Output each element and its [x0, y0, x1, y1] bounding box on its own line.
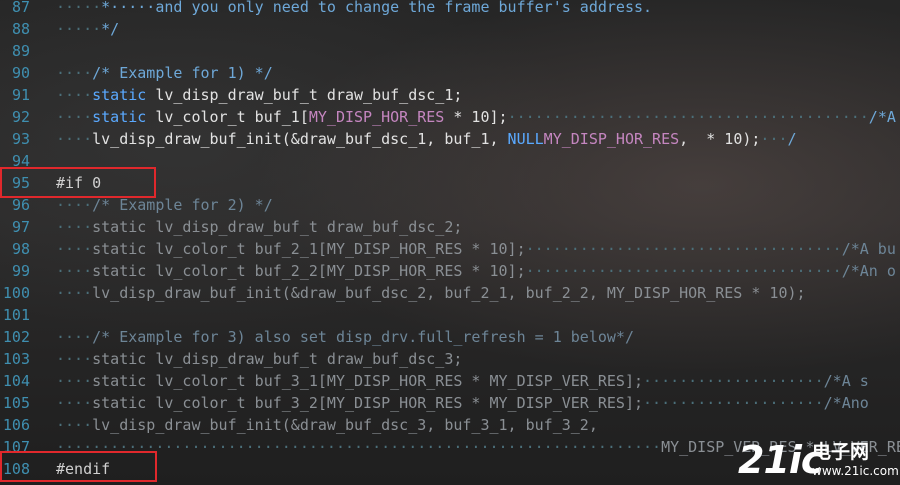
indent-whitespace: ···· — [56, 86, 93, 104]
macro-token: MY_DISP_HOR_RES — [543, 130, 680, 148]
inactive-code: static lv_color_t buf_3_2[MY_DISP_HOR_RE… — [92, 394, 644, 412]
indent-whitespace: ···· — [56, 130, 93, 148]
indent-whitespace: ···· — [56, 328, 93, 346]
inactive-code: static lv_color_t buf_2_1[MY_DISP_HOR_RE… — [92, 240, 526, 258]
comment-text: /*A s — [823, 372, 869, 390]
code-line[interactable]: ····lv_disp_draw_buf_init(&draw_buf_dsc_… — [56, 128, 900, 150]
code-line[interactable] — [56, 150, 900, 172]
null-token: NULL — [507, 130, 544, 148]
whitespace-dots: ········································ — [507, 108, 869, 126]
inactive-code: static lv_disp_draw_buf_t draw_buf_dsc_2… — [92, 218, 463, 236]
code-line[interactable]: ····static lv_color_t buf_1[MY_DISP_HOR_… — [56, 106, 900, 128]
code-text: * 10]; — [444, 108, 508, 126]
inactive-code: lv_disp_draw_buf_init(&draw_buf_dsc_2, b… — [92, 284, 806, 302]
watermark-name: 电子网 — [812, 441, 870, 463]
code-text: lv_disp_draw_buf_t draw_buf_dsc_1; — [146, 86, 463, 104]
code-line[interactable]: ····static lv_color_t buf_3_2[MY_DISP_HO… — [56, 392, 900, 414]
indent-whitespace: ····· — [56, 0, 102, 16]
code-line[interactable]: #if 0 — [56, 172, 900, 194]
indent-whitespace: ···· — [56, 284, 93, 302]
comment-text: *·····and you only need to change the fr… — [101, 0, 653, 16]
whitespace-dots: ··· — [760, 130, 788, 148]
whitespace-dots: ···················· — [643, 372, 824, 390]
watermark-logo: 21ic — [738, 438, 823, 482]
indent-whitespace: ···· — [56, 262, 93, 280]
code-line[interactable]: ·····*/ — [56, 18, 900, 40]
comment-text: /*A bu — [841, 240, 896, 258]
code-line[interactable]: ····static lv_disp_draw_buf_t draw_buf_d… — [56, 348, 900, 370]
comment-text: /* Example for 1) */ — [92, 64, 273, 82]
comment-text: / — [787, 130, 797, 148]
code-line[interactable] — [56, 304, 900, 326]
indent-whitespace: ···· — [56, 416, 93, 434]
indent-whitespace: ···· — [56, 372, 93, 390]
comment-text: /*Ano — [823, 394, 869, 412]
highlight-box-if — [0, 167, 156, 198]
whitespace-dots: ···················· — [643, 394, 824, 412]
code-line[interactable]: ····static lv_disp_draw_buf_t draw_buf_d… — [56, 84, 900, 106]
indent-whitespace: ···· — [56, 240, 93, 258]
code-line[interactable]: ····/* Example for 3) also set disp_drv.… — [56, 326, 900, 348]
code-text: , — [679, 130, 698, 148]
code-line[interactable]: ····static lv_color_t buf_3_1[MY_DISP_HO… — [56, 370, 900, 392]
inactive-code: /* Example for 2) */ — [92, 196, 273, 214]
whitespace-dots: ··································· — [525, 262, 842, 280]
code-line[interactable]: ····static lv_disp_draw_buf_t draw_buf_d… — [56, 216, 900, 238]
indent-whitespace: ···· — [56, 64, 93, 82]
code-line[interactable] — [56, 40, 900, 62]
code-line[interactable]: ·····*·····and you only need to change t… — [56, 0, 900, 18]
code-line[interactable]: ····static lv_color_t buf_2_2[MY_DISP_HO… — [56, 260, 900, 282]
keyword-token: static — [92, 86, 147, 104]
inactive-code: static lv_disp_draw_buf_t draw_buf_dsc_3… — [92, 350, 463, 368]
indent-whitespace: ···· — [56, 350, 93, 368]
code-editor[interactable]: 87 88 89 90 91 92 93 94 95 96 97 98 99 100 101 102 103 10… — [0, 0, 900, 485]
code-line[interactable]: ····/* Example for 2) */ — [56, 194, 900, 216]
keyword-token: static — [92, 108, 147, 126]
watermark-url: www.21ic.com — [812, 464, 899, 478]
indent-whitespace: ···· — [56, 218, 93, 236]
code-area[interactable]: ·····*·····and you only need to change t… — [0, 0, 900, 485]
code-line[interactable]: ····lv_disp_draw_buf_init(&draw_buf_dsc_… — [56, 282, 900, 304]
inactive-code: static lv_color_t buf_3_1[MY_DISP_HOR_RE… — [92, 372, 644, 390]
highlight-box-endif — [0, 451, 157, 482]
code-line[interactable]: ····static lv_color_t buf_2_1[MY_DISP_HO… — [56, 238, 900, 260]
indent-whitespace: ···· — [56, 394, 93, 412]
inactive-code: static lv_color_t buf_2_2[MY_DISP_HOR_RE… — [92, 262, 526, 280]
indent-whitespace: ···· — [56, 196, 93, 214]
code-text: lv_disp_draw_buf_init(&draw_buf_dsc_1, b… — [92, 130, 508, 148]
macro-token: MY_DISP_HOR_RES — [308, 108, 445, 126]
indent-whitespace: ····· — [56, 20, 102, 38]
code-text: lv_color_t buf_1[ — [146, 108, 309, 126]
code-text: * 10); — [697, 130, 761, 148]
indent-whitespace: ···· — [56, 108, 93, 126]
code-line[interactable]: ····lv_disp_draw_buf_init(&draw_buf_dsc_… — [56, 414, 900, 436]
watermark: 21ic 电子网 www.21ic.com — [738, 438, 899, 482]
inactive-code: /* Example for 3) also set disp_drv.full… — [92, 328, 634, 346]
comment-text: /*An o — [841, 262, 896, 280]
inactive-code: lv_disp_draw_buf_init(&draw_buf_dsc_3, b… — [92, 416, 598, 434]
comment-text: /*A bu — [868, 108, 896, 126]
whitespace-dots: ··································· — [525, 240, 842, 258]
code-line[interactable]: ····/* Example for 1) */ — [56, 62, 900, 84]
comment-text: */ — [101, 20, 120, 38]
